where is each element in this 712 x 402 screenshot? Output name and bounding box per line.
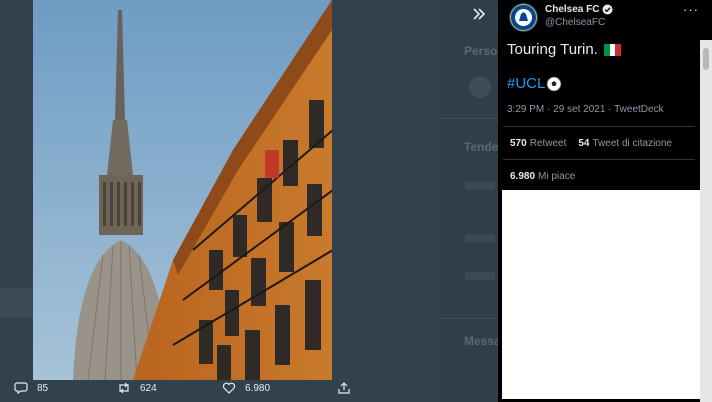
hashtag-link[interactable]: #UCL bbox=[507, 75, 562, 92]
verified-icon bbox=[602, 4, 613, 15]
expand-icon[interactable] bbox=[470, 5, 488, 23]
share-icon bbox=[338, 382, 350, 394]
hashtag-text: #UCL bbox=[507, 75, 546, 92]
divider bbox=[503, 159, 695, 160]
retweets-label: Retweet bbox=[529, 138, 567, 149]
quotes-count: 54 bbox=[578, 138, 590, 149]
scrollbar[interactable] bbox=[700, 40, 712, 402]
quotes-stat[interactable]: 54 Tweet di citazione bbox=[578, 138, 672, 149]
soccer-ball-icon bbox=[546, 76, 562, 91]
author-name[interactable]: Chelsea FC bbox=[545, 4, 613, 15]
like-count: 6.980 bbox=[245, 382, 271, 394]
divider bbox=[503, 126, 695, 127]
tweet-text-content: Touring Turin. bbox=[507, 41, 598, 58]
blank-reply-area bbox=[502, 190, 700, 399]
scrollbar-thumb[interactable] bbox=[703, 48, 709, 70]
likes-count: 6.980 bbox=[510, 171, 536, 182]
background-trend-line bbox=[465, 234, 495, 242]
author-name-text: Chelsea FC bbox=[545, 4, 600, 15]
tweet-timestamp[interactable]: 3:29 PM · 29 set 2021 · TweetDeck bbox=[507, 104, 664, 115]
likes-label: Mi piace bbox=[538, 171, 576, 182]
background-divider bbox=[440, 118, 502, 119]
turin-mole-antonelliana-image bbox=[33, 0, 332, 380]
reply-count: 85 bbox=[37, 382, 49, 394]
retweet-count: 624 bbox=[140, 382, 157, 394]
background-divider bbox=[440, 318, 502, 319]
author-handle[interactable]: @ChelseaFC bbox=[545, 17, 605, 28]
tweet-photo[interactable] bbox=[33, 0, 332, 380]
background-avatar bbox=[469, 76, 491, 98]
reply-icon bbox=[14, 382, 28, 395]
retweets-stat[interactable]: 570 Retweet bbox=[510, 138, 566, 149]
retweet-icon bbox=[119, 382, 129, 394]
background-trend-line bbox=[465, 182, 495, 190]
like-icon bbox=[222, 382, 236, 394]
author-avatar[interactable] bbox=[509, 3, 538, 32]
like-action[interactable]: 6.980 bbox=[222, 381, 270, 395]
engagement-stats: 570 Retweet 54 Tweet di citazione bbox=[510, 138, 672, 149]
quotes-label: Tweet di citazione bbox=[592, 138, 673, 149]
retweets-count: 570 bbox=[510, 138, 527, 149]
retweet-action[interactable]: 624 bbox=[117, 381, 157, 395]
italy-flag-icon bbox=[603, 43, 621, 56]
likes-stat[interactable]: 6.980 Mi piace bbox=[510, 171, 575, 182]
share-action[interactable] bbox=[337, 381, 351, 395]
tweet-text: Touring Turin. bbox=[507, 41, 621, 58]
more-icon[interactable]: ··· bbox=[683, 2, 699, 17]
background-trend-line bbox=[465, 272, 495, 280]
reply-action[interactable]: 85 bbox=[14, 381, 48, 395]
background-nav-item bbox=[0, 288, 33, 318]
chelsea-crest-icon bbox=[510, 4, 537, 31]
